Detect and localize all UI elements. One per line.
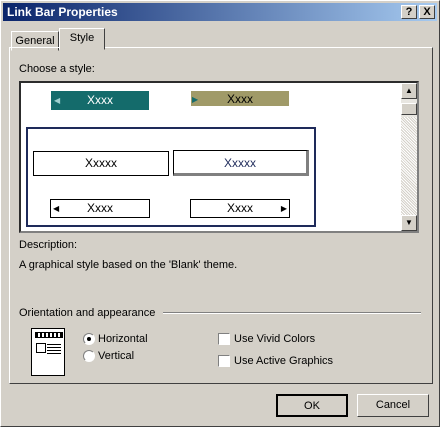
scroll-up-button[interactable]: ▲ — [401, 83, 417, 99]
style-sample-teal[interactable]: ◀ Xxxx — [51, 91, 149, 110]
style-sample-arrow-left: ◀ Xxxx — [50, 199, 150, 218]
use-active-graphics-checkbox[interactable] — [218, 355, 230, 367]
sample-label: Xxxx — [86, 201, 113, 215]
use-active-graphics-label[interactable]: Use Active Graphics — [234, 355, 333, 367]
style-sample-box-a: Xxxxx — [33, 151, 169, 176]
close-button[interactable]: X — [419, 5, 435, 19]
style-sample-arrow-right: Xxxx ▶ — [190, 199, 290, 218]
vertical-scrollbar[interactable]: ▲ ▼ — [401, 83, 417, 231]
vertical-radio[interactable] — [83, 350, 95, 362]
horizontal-label[interactable]: Horizontal — [98, 333, 148, 345]
vertical-label[interactable]: Vertical — [98, 350, 134, 362]
sample-label: Xxxx — [226, 201, 253, 215]
use-vivid-colors-checkbox[interactable] — [218, 333, 230, 345]
scroll-thumb[interactable] — [401, 103, 417, 115]
triangle-right-icon: ▶ — [280, 204, 287, 213]
horizontal-radio[interactable] — [83, 333, 95, 345]
description-text: A graphical style based on the 'Blank' t… — [19, 259, 238, 271]
tab-style[interactable]: Style — [59, 28, 105, 50]
group-separator — [163, 312, 421, 314]
triangle-right-icon: ▶ — [192, 95, 199, 104]
style-sample-olive[interactable]: ▶ Xxxx — [191, 91, 289, 108]
sample-label: Xxxx — [226, 92, 253, 106]
window-title: Link Bar Properties — [7, 5, 118, 19]
dialog-window: Link Bar Properties ? X General Style Ch… — [0, 0, 440, 427]
scroll-down-button[interactable]: ▼ — [401, 215, 417, 231]
title-bar[interactable]: Link Bar Properties ? X — [3, 3, 437, 21]
style-preview-list[interactable]: ◀ Xxxx ▶ Xxxx Xxxxx Xxxxx ◀ Xxxx Xxxx ▶ … — [19, 81, 419, 233]
triangle-left-icon: ◀ — [54, 96, 61, 105]
use-vivid-colors-label[interactable]: Use Vivid Colors — [234, 333, 315, 345]
selected-style-frame[interactable]: Xxxxx Xxxxx ◀ Xxxx Xxxx ▶ — [26, 127, 316, 227]
choose-style-label: Choose a style: — [19, 63, 95, 75]
triangle-left-icon: ◀ — [53, 204, 60, 213]
cancel-button[interactable]: Cancel — [357, 394, 429, 417]
ok-button[interactable]: OK — [276, 394, 348, 417]
orientation-group-label: Orientation and appearance — [19, 307, 156, 319]
sample-label: Xxxx — [86, 93, 113, 107]
orientation-preview-icon — [31, 328, 65, 376]
scroll-track[interactable] — [401, 117, 417, 215]
description-label: Description: — [19, 239, 78, 251]
help-button[interactable]: ? — [401, 5, 417, 19]
style-sample-box-b: Xxxxx — [173, 150, 309, 176]
